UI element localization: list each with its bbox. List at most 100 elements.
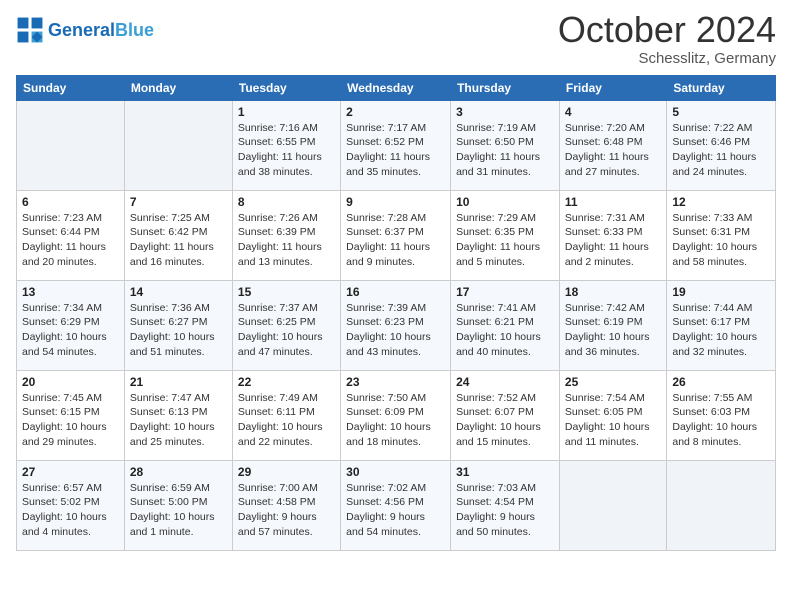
day-cell: 31 Sunrise: 7:03 AM Sunset: 4:54 PM Dayli… (451, 460, 560, 550)
day-info: Sunrise: 7:34 AM Sunset: 6:29 PM Dayligh… (22, 301, 119, 360)
day-info: Sunrise: 7:49 AM Sunset: 6:11 PM Dayligh… (238, 391, 335, 450)
day-cell: 26 Sunrise: 7:55 AM Sunset: 6:03 PM Dayli… (667, 370, 776, 460)
day-cell: 3 Sunrise: 7:19 AM Sunset: 6:50 PM Daylig… (451, 100, 560, 190)
day-info: Sunrise: 7:00 AM Sunset: 4:58 PM Dayligh… (238, 481, 335, 540)
day-number: 20 (22, 375, 119, 389)
day-info: Sunrise: 7:33 AM Sunset: 6:31 PM Dayligh… (672, 211, 770, 270)
logo-icon (16, 16, 44, 44)
day-number: 4 (565, 105, 661, 119)
day-number: 22 (238, 375, 335, 389)
day-number: 16 (346, 285, 445, 299)
day-number: 23 (346, 375, 445, 389)
day-cell: 9 Sunrise: 7:28 AM Sunset: 6:37 PM Daylig… (341, 190, 451, 280)
day-number: 24 (456, 375, 554, 389)
day-number: 18 (565, 285, 661, 299)
day-number: 8 (238, 195, 335, 209)
day-info: Sunrise: 7:50 AM Sunset: 6:09 PM Dayligh… (346, 391, 445, 450)
day-cell: 13 Sunrise: 7:34 AM Sunset: 6:29 PM Dayli… (17, 280, 125, 370)
day-cell: 11 Sunrise: 7:31 AM Sunset: 6:33 PM Dayli… (559, 190, 666, 280)
day-number: 29 (238, 465, 335, 479)
day-info: Sunrise: 7:28 AM Sunset: 6:37 PM Dayligh… (346, 211, 445, 270)
day-info: Sunrise: 7:47 AM Sunset: 6:13 PM Dayligh… (130, 391, 227, 450)
col-header-saturday: Saturday (667, 75, 776, 100)
day-cell: 25 Sunrise: 7:54 AM Sunset: 6:05 PM Dayli… (559, 370, 666, 460)
location: Schesslitz, Germany (558, 50, 776, 67)
day-info: Sunrise: 7:54 AM Sunset: 6:05 PM Dayligh… (565, 391, 661, 450)
day-cell: 27 Sunrise: 6:57 AM Sunset: 5:02 PM Dayli… (17, 460, 125, 550)
day-cell: 18 Sunrise: 7:42 AM Sunset: 6:19 PM Dayli… (559, 280, 666, 370)
page-header: GeneralBlue October 2024 Schesslitz, Ger… (16, 10, 776, 67)
day-cell (124, 100, 232, 190)
day-info: Sunrise: 7:52 AM Sunset: 6:07 PM Dayligh… (456, 391, 554, 450)
day-cell: 7 Sunrise: 7:25 AM Sunset: 6:42 PM Daylig… (124, 190, 232, 280)
day-info: Sunrise: 7:42 AM Sunset: 6:19 PM Dayligh… (565, 301, 661, 360)
day-info: Sunrise: 6:57 AM Sunset: 5:02 PM Dayligh… (22, 481, 119, 540)
day-number: 26 (672, 375, 770, 389)
day-number: 13 (22, 285, 119, 299)
day-number: 11 (565, 195, 661, 209)
col-header-sunday: Sunday (17, 75, 125, 100)
day-cell: 29 Sunrise: 7:00 AM Sunset: 4:58 PM Dayli… (232, 460, 340, 550)
day-info: Sunrise: 7:41 AM Sunset: 6:21 PM Dayligh… (456, 301, 554, 360)
day-info: Sunrise: 7:44 AM Sunset: 6:17 PM Dayligh… (672, 301, 770, 360)
day-info: Sunrise: 7:25 AM Sunset: 6:42 PM Dayligh… (130, 211, 227, 270)
col-header-tuesday: Tuesday (232, 75, 340, 100)
day-number: 2 (346, 105, 445, 119)
day-number: 28 (130, 465, 227, 479)
day-number: 12 (672, 195, 770, 209)
day-cell: 22 Sunrise: 7:49 AM Sunset: 6:11 PM Dayli… (232, 370, 340, 460)
day-number: 25 (565, 375, 661, 389)
week-row-5: 27 Sunrise: 6:57 AM Sunset: 5:02 PM Dayli… (17, 460, 776, 550)
day-info: Sunrise: 7:02 AM Sunset: 4:56 PM Dayligh… (346, 481, 445, 540)
logo: GeneralBlue (16, 16, 154, 44)
day-cell: 5Sunrise: 7:22 AM Sunset: 6:46 PM Daylig… (667, 100, 776, 190)
col-header-thursday: Thursday (451, 75, 560, 100)
day-info: Sunrise: 7:19 AM Sunset: 6:50 PM Dayligh… (456, 121, 554, 180)
day-cell: 16 Sunrise: 7:39 AM Sunset: 6:23 PM Dayli… (341, 280, 451, 370)
day-number: 27 (22, 465, 119, 479)
week-row-2: 6 Sunrise: 7:23 AM Sunset: 6:44 PM Daylig… (17, 190, 776, 280)
day-number: 10 (456, 195, 554, 209)
day-number: 3 (456, 105, 554, 119)
day-info: Sunrise: 7:36 AM Sunset: 6:27 PM Dayligh… (130, 301, 227, 360)
header-row: SundayMondayTuesdayWednesdayThursdayFrid… (17, 75, 776, 100)
day-cell: 8Sunrise: 7:26 AM Sunset: 6:39 PM Daylig… (232, 190, 340, 280)
day-info: Sunrise: 7:03 AM Sunset: 4:54 PM Dayligh… (456, 481, 554, 540)
day-cell (17, 100, 125, 190)
week-row-1: 1 Sunrise: 7:16 AM Sunset: 6:55 PM Daylig… (17, 100, 776, 190)
day-number: 6 (22, 195, 119, 209)
week-row-3: 13 Sunrise: 7:34 AM Sunset: 6:29 PM Dayli… (17, 280, 776, 370)
day-number: 1 (238, 105, 335, 119)
day-cell: 15Sunrise: 7:37 AM Sunset: 6:25 PM Dayli… (232, 280, 340, 370)
day-number: 7 (130, 195, 227, 209)
calendar-table: SundayMondayTuesdayWednesdayThursdayFrid… (16, 75, 776, 551)
day-cell: 17 Sunrise: 7:41 AM Sunset: 6:21 PM Dayli… (451, 280, 560, 370)
day-cell: 14 Sunrise: 7:36 AM Sunset: 6:27 PM Dayli… (124, 280, 232, 370)
day-number: 17 (456, 285, 554, 299)
day-cell: 30Sunrise: 7:02 AM Sunset: 4:56 PM Dayli… (341, 460, 451, 550)
day-info: Sunrise: 7:22 AM Sunset: 6:46 PM Dayligh… (672, 121, 770, 180)
day-info: Sunrise: 7:29 AM Sunset: 6:35 PM Dayligh… (456, 211, 554, 270)
day-cell: 12 Sunrise: 7:33 AM Sunset: 6:31 PM Dayli… (667, 190, 776, 280)
day-info: Sunrise: 7:55 AM Sunset: 6:03 PM Dayligh… (672, 391, 770, 450)
day-number: 31 (456, 465, 554, 479)
day-info: Sunrise: 7:16 AM Sunset: 6:55 PM Dayligh… (238, 121, 335, 180)
day-cell: 1 Sunrise: 7:16 AM Sunset: 6:55 PM Daylig… (232, 100, 340, 190)
day-number: 15 (238, 285, 335, 299)
col-header-friday: Friday (559, 75, 666, 100)
day-info: Sunrise: 7:39 AM Sunset: 6:23 PM Dayligh… (346, 301, 445, 360)
day-cell: 6 Sunrise: 7:23 AM Sunset: 6:44 PM Daylig… (17, 190, 125, 280)
day-cell: 20Sunrise: 7:45 AM Sunset: 6:15 PM Dayli… (17, 370, 125, 460)
title-block: October 2024 Schesslitz, Germany (558, 10, 776, 67)
day-info: Sunrise: 7:23 AM Sunset: 6:44 PM Dayligh… (22, 211, 119, 270)
day-cell: 23 Sunrise: 7:50 AM Sunset: 6:09 PM Dayli… (341, 370, 451, 460)
day-number: 19 (672, 285, 770, 299)
day-cell: 24 Sunrise: 7:52 AM Sunset: 6:07 PM Dayli… (451, 370, 560, 460)
day-info: Sunrise: 7:31 AM Sunset: 6:33 PM Dayligh… (565, 211, 661, 270)
day-number: 14 (130, 285, 227, 299)
week-row-4: 20Sunrise: 7:45 AM Sunset: 6:15 PM Dayli… (17, 370, 776, 460)
col-header-wednesday: Wednesday (341, 75, 451, 100)
day-info: Sunrise: 7:17 AM Sunset: 6:52 PM Dayligh… (346, 121, 445, 180)
day-info: Sunrise: 6:59 AM Sunset: 5:00 PM Dayligh… (130, 481, 227, 540)
day-number: 9 (346, 195, 445, 209)
